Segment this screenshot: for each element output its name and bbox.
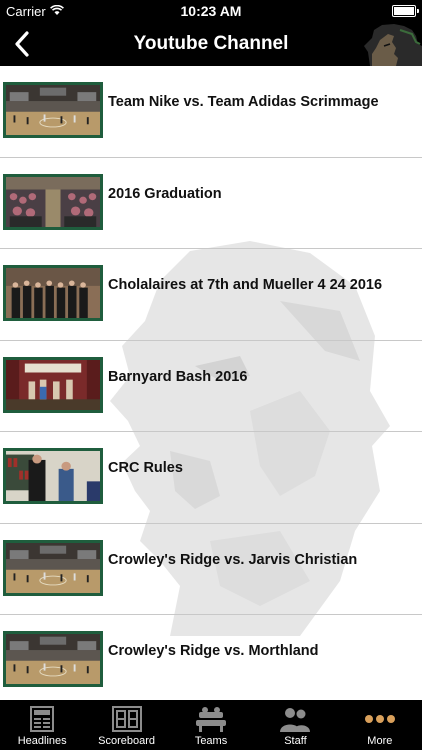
video-thumbnail: [3, 539, 103, 596]
tab-scoreboard[interactable]: Scoreboard: [84, 700, 168, 750]
video-title: CRC Rules: [108, 460, 183, 476]
video-title: Crowley's Ridge vs. Morthland: [108, 643, 319, 659]
video-thumbnail: [3, 448, 103, 504]
tab-bar: Headlines Scoreboard Teams Staff More: [0, 700, 422, 750]
battery-icon: [392, 5, 419, 17]
video-title: 2016 Graduation: [108, 185, 222, 202]
navigation-bar: Youtube Channel: [0, 22, 422, 66]
people-icon: [279, 705, 311, 733]
video-thumbnail: [3, 265, 103, 321]
scoreboard-icon: [111, 705, 143, 733]
video-row[interactable]: CRC Rules: [0, 432, 422, 524]
tab-label: Scoreboard: [98, 735, 156, 747]
tab-label: Headlines: [17, 735, 67, 747]
newspaper-icon: [26, 705, 58, 733]
video-title: Barnyard Bash 2016: [108, 368, 248, 385]
video-title: Crowley's Ridge vs. Jarvis Christian: [108, 551, 358, 568]
bench-icon: [195, 705, 227, 733]
video-title: Team Nike vs. Team Adidas Scrimmage: [108, 94, 379, 110]
video-thumbnail: [3, 173, 103, 230]
video-row[interactable]: Crowley's Ridge vs. Jarvis Christian: [0, 524, 422, 615]
status-bar: Carrier 10:23 AM: [0, 0, 422, 22]
content-area[interactable]: Team Nike vs. Team Adidas Scrimmage 2016 …: [0, 66, 422, 700]
video-row[interactable]: Team Nike vs. Team Adidas Scrimmage: [0, 66, 422, 158]
video-title: Cholalaires at 7th and Mueller 4 24 2016: [108, 277, 383, 293]
video-row[interactable]: 2016 Graduation: [0, 158, 422, 249]
tab-more[interactable]: More: [338, 700, 422, 750]
video-thumbnail: [3, 82, 103, 138]
tab-label: More: [367, 735, 393, 747]
status-time: 10:23 AM: [180, 3, 242, 19]
tab-teams[interactable]: Teams: [169, 700, 253, 750]
tab-label: Teams: [194, 735, 228, 747]
tab-headlines[interactable]: Headlines: [0, 700, 84, 750]
video-thumbnail: [3, 631, 103, 687]
mascot-logo: [360, 22, 422, 66]
more-dots-icon: [364, 705, 396, 733]
video-thumbnail: [3, 356, 103, 413]
video-row[interactable]: Crowley's Ridge vs. Morthland: [0, 615, 422, 700]
video-row[interactable]: Cholalaires at 7th and Mueller 4 24 2016: [0, 249, 422, 341]
tab-staff[interactable]: Staff: [253, 700, 337, 750]
page-title: Youtube Channel: [133, 33, 289, 54]
video-row[interactable]: Barnyard Bash 2016: [0, 341, 422, 432]
video-list: Team Nike vs. Team Adidas Scrimmage 2016 …: [0, 66, 422, 700]
tab-label: Staff: [284, 735, 307, 747]
